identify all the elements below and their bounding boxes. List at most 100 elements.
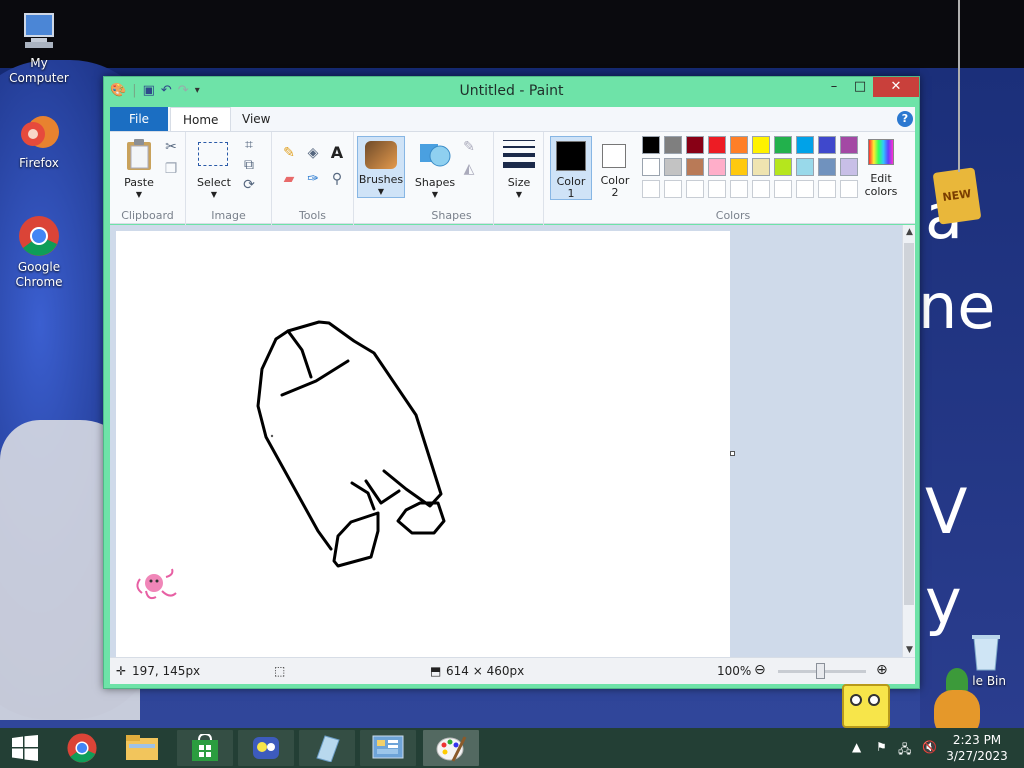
palette-swatch[interactable] <box>752 136 770 154</box>
palette-swatch[interactable] <box>818 136 836 154</box>
shapes-button[interactable]: Shapes ▼ <box>414 136 456 199</box>
tab-home[interactable]: Home <box>170 107 232 131</box>
select-button[interactable]: Select ▼ <box>192 136 232 199</box>
palette-swatch[interactable] <box>774 158 792 176</box>
vertical-scrollbar[interactable]: ▲ ▼ <box>902 225 915 657</box>
copy-icon[interactable]: ❐ <box>162 160 180 178</box>
taskbar-app-glass[interactable] <box>299 730 355 766</box>
palette-swatch[interactable] <box>686 136 704 154</box>
zoom-in-icon[interactable]: ⊕ <box>876 662 888 678</box>
palette-swatch[interactable] <box>774 180 792 198</box>
tab-view[interactable]: View <box>230 107 282 131</box>
action-center-flag-icon[interactable]: ⚑ <box>876 740 887 754</box>
palette-swatch[interactable] <box>730 158 748 176</box>
maximize-button[interactable]: □ <box>847 77 873 97</box>
palette-swatch[interactable] <box>840 158 858 176</box>
canvas-resize-handle[interactable] <box>730 451 735 456</box>
canvas-size-icon: ⬒ <box>430 664 442 678</box>
taskbar-file-explorer[interactable] <box>114 730 170 766</box>
notepad-glass-icon <box>316 735 340 762</box>
pencil-icon[interactable]: ✎ <box>280 144 298 162</box>
palette-swatch[interactable] <box>642 158 660 176</box>
taskbar-chrome[interactable] <box>54 730 110 766</box>
drawing-canvas[interactable] <box>116 231 730 657</box>
palette-swatch[interactable] <box>642 136 660 154</box>
crop-icon[interactable]: ⌗ <box>240 136 258 154</box>
recycle-bin-icon <box>969 632 1003 672</box>
show-hidden-icons-icon[interactable]: ▲ <box>852 740 861 754</box>
scroll-up-arrow-icon[interactable]: ▲ <box>903 225 916 239</box>
taskbar-app-cartoon[interactable] <box>238 730 294 766</box>
clock-date: 3/27/2023 <box>946 749 1008 763</box>
brushes-button[interactable]: Brushes ▼ <box>357 136 405 198</box>
palette-swatch[interactable] <box>818 180 836 198</box>
color1-button[interactable]: Color 1 <box>550 136 592 200</box>
eraser-icon[interactable]: ▰ <box>280 170 298 188</box>
taskbar-paint[interactable] <box>423 730 479 766</box>
computer-icon <box>17 10 61 54</box>
chrome-icon <box>67 733 97 763</box>
taskbar-control-panel[interactable] <box>360 730 416 766</box>
ribbon: Paste ▼ ✂ ❐ Clipboard Select ▼ ⌗ ⧉ ⟳ Ima… <box>110 131 915 225</box>
tools-group-label: Tools <box>298 209 327 222</box>
palette-swatch[interactable] <box>708 136 726 154</box>
zoom-out-icon[interactable]: ⊖ <box>754 662 766 678</box>
palette-swatch[interactable] <box>774 136 792 154</box>
palette-swatch[interactable] <box>642 180 660 198</box>
text-tool-icon[interactable]: A <box>328 144 346 162</box>
paste-button[interactable]: Paste ▼ <box>118 136 160 199</box>
palette-swatch[interactable] <box>686 180 704 198</box>
network-icon[interactable]: 🖧 <box>898 740 911 761</box>
color2-label-line2: 2 <box>611 186 619 199</box>
shapes-icon <box>420 144 451 167</box>
palette-swatch[interactable] <box>840 180 858 198</box>
palette-swatch[interactable] <box>730 180 748 198</box>
fill-icon[interactable]: ◭ <box>460 160 478 178</box>
wallpaper-text-ne: ne <box>918 270 996 343</box>
palette-swatch[interactable] <box>664 180 682 198</box>
palette-swatch[interactable] <box>730 136 748 154</box>
minimize-button[interactable]: – <box>821 77 847 97</box>
clock[interactable]: 2:23 PM 3/27/2023 <box>942 732 1012 764</box>
resize-icon[interactable]: ⧉ <box>240 156 258 174</box>
cut-icon[interactable]: ✂ <box>162 138 180 156</box>
color2-swatch <box>602 144 626 168</box>
desktop-icon-firefox[interactable]: Firefox <box>0 110 78 171</box>
palette-swatch[interactable] <box>840 136 858 154</box>
magnifier-icon[interactable]: ⚲ <box>328 170 346 188</box>
taskbar-store[interactable] <box>177 730 233 766</box>
palette-swatch[interactable] <box>752 180 770 198</box>
palette-swatch[interactable] <box>664 136 682 154</box>
file-menu-button[interactable]: File <box>110 107 168 131</box>
palette-swatch[interactable] <box>664 158 682 176</box>
scrollbar-thumb[interactable] <box>904 243 914 605</box>
palette-swatch[interactable] <box>708 158 726 176</box>
palette-swatch[interactable] <box>752 158 770 176</box>
cursor-position: 197, 145px <box>132 664 201 678</box>
palette-swatch[interactable] <box>796 136 814 154</box>
color-picker-icon[interactable]: ✑ <box>304 170 322 188</box>
volume-muted-icon[interactable]: 🔇 <box>922 740 937 754</box>
desktop-icon-my-computer[interactable]: My Computer <box>0 10 78 86</box>
zoom-slider[interactable] <box>778 663 866 679</box>
palette-swatch[interactable] <box>818 158 836 176</box>
zoom-slider-thumb[interactable] <box>816 663 825 679</box>
rotate-icon[interactable]: ⟳ <box>240 176 258 194</box>
desktop-icon-label: My Computer <box>9 56 69 85</box>
start-button[interactable] <box>0 728 50 768</box>
color2-button[interactable]: Color 2 <box>594 136 636 200</box>
palette-swatch[interactable] <box>708 180 726 198</box>
help-icon[interactable]: ? <box>897 111 913 127</box>
palette-swatch[interactable] <box>796 180 814 198</box>
palette-swatch[interactable] <box>686 158 704 176</box>
scroll-down-arrow-icon[interactable]: ▼ <box>903 643 916 657</box>
outline-icon[interactable]: ✎ <box>460 138 478 156</box>
zoom-level: 100% <box>717 664 752 678</box>
close-button[interactable]: ✕ <box>873 77 919 97</box>
desktop-icon-google-chrome[interactable]: Google Chrome <box>0 214 78 290</box>
edit-colors-button[interactable]: Edit colors <box>858 136 904 198</box>
fill-bucket-icon[interactable]: ◈ <box>304 144 322 162</box>
title-bar[interactable]: 🎨 | ▣ ↶ ↷ ▾ Untitled - Paint – □ ✕ <box>104 77 919 107</box>
palette-swatch[interactable] <box>796 158 814 176</box>
size-button[interactable]: Size ▼ <box>498 136 540 199</box>
